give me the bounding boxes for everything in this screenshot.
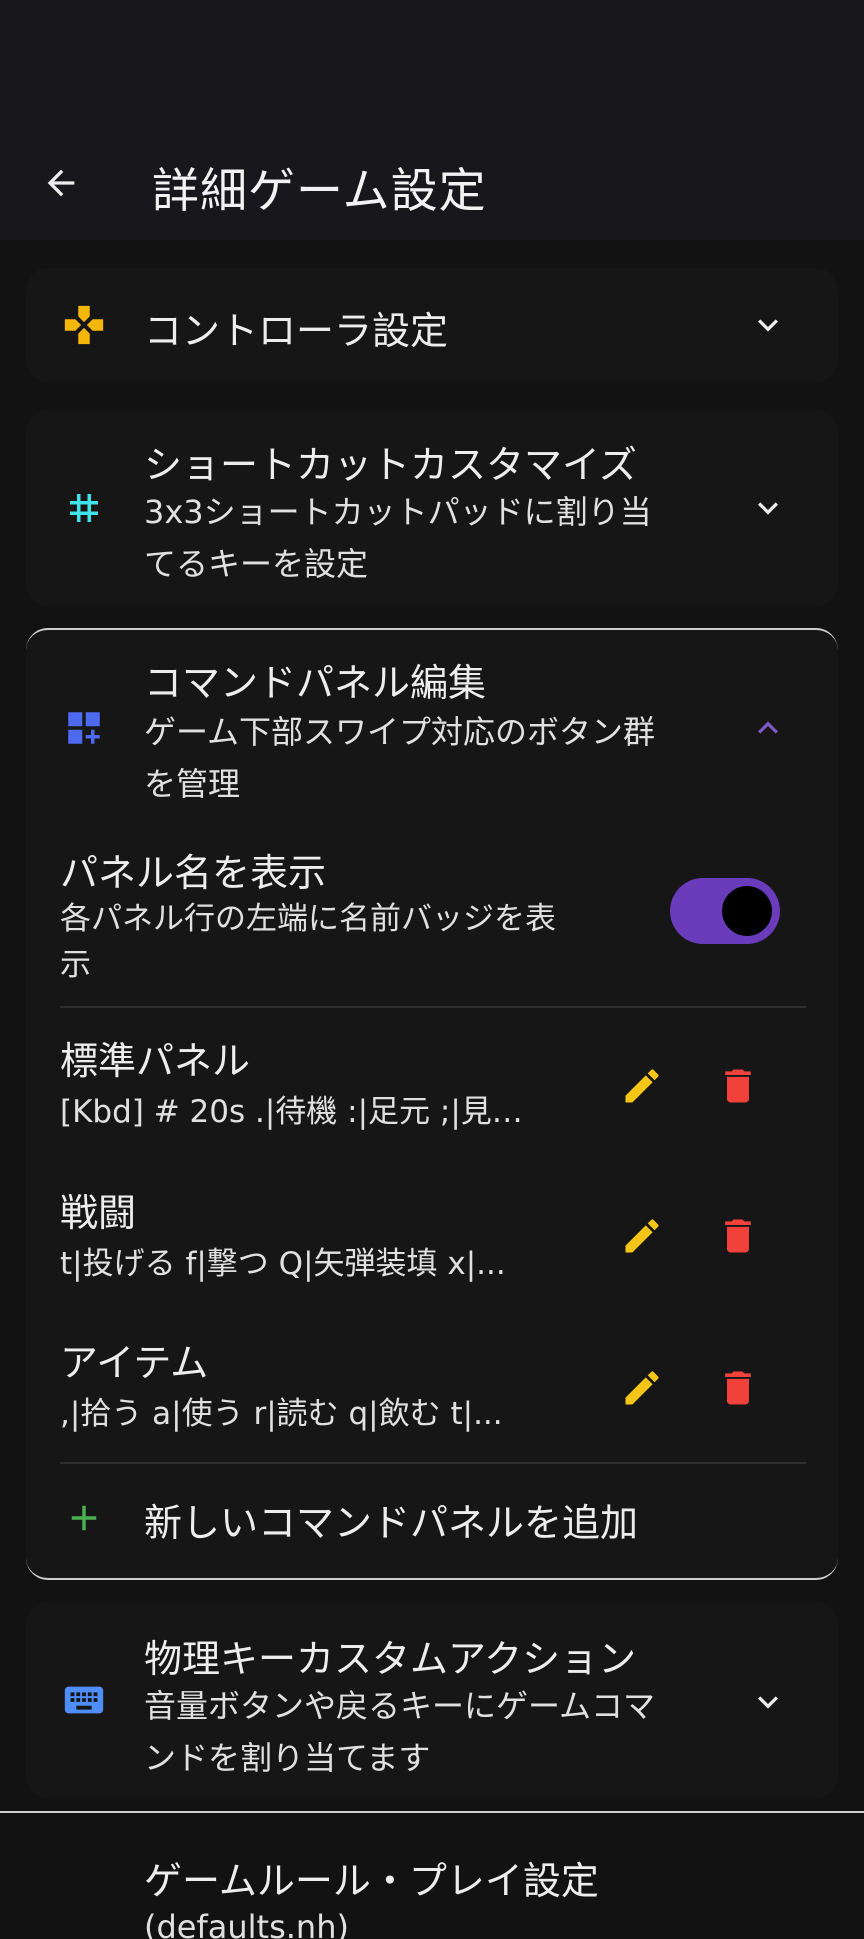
- arrow-back-icon[interactable]: [34, 156, 88, 210]
- delete-icon[interactable]: [706, 1204, 770, 1268]
- delete-icon[interactable]: [706, 1054, 770, 1118]
- section-title: 物理キーカスタムアクション: [144, 1637, 637, 1681]
- show-panel-name-label: パネル名を表示: [60, 851, 327, 895]
- status-bar: [0, 0, 864, 130]
- keyboard-icon: [60, 1676, 108, 1724]
- panel-summary: t|投げる f|撃つ Q|矢弾装填 x|...: [60, 1246, 506, 1282]
- toggle-knob: [722, 886, 772, 936]
- add-command-panel-button[interactable]: 新しいコマンドパネルを追加: [26, 1464, 838, 1572]
- delete-icon[interactable]: [706, 1356, 770, 1420]
- chevron-down-icon[interactable]: [744, 1678, 792, 1726]
- app-bar: 詳細ゲーム設定: [0, 130, 864, 240]
- divider: [0, 1811, 864, 1813]
- section-title: ショートカットカスタマイズ: [144, 443, 637, 487]
- page-title: 詳細ゲーム設定: [152, 164, 487, 219]
- edit-icon[interactable]: [610, 1054, 674, 1118]
- dashboard-add-icon: [60, 704, 108, 752]
- physical-key-action-section[interactable]: 物理キーカスタムアクション 音量ボタンや戻るキーにゲームコマ ンドを割り当てます: [26, 1602, 838, 1798]
- panel-name: アイテム: [60, 1341, 209, 1385]
- panel-name: 標準パネル: [60, 1039, 251, 1083]
- add-command-panel-label: 新しいコマンドパネルを追加: [144, 1501, 639, 1545]
- section-title: コマンドパネル編集: [144, 661, 487, 705]
- divider: [60, 1006, 806, 1008]
- panel-summary: [Kbd] # 20s .|待機 :|足元 ;|見…: [60, 1094, 523, 1130]
- command-panel-section: コマンドパネル編集 ゲーム下部スワイプ対応のボタン群 を管理 パネル名を表示 各…: [26, 628, 838, 1580]
- gamepad-icon: [60, 301, 108, 349]
- chevron-up-icon[interactable]: [744, 704, 792, 752]
- panel-name: 戦闘: [60, 1191, 137, 1235]
- edit-icon[interactable]: [610, 1204, 674, 1268]
- section-title: ゲームルール・プレイ設定: [144, 1859, 599, 1903]
- show-panel-name-description: 各パネル行の左端に名前バッジを表 示: [60, 901, 556, 983]
- section-subtitle: ゲーム下部スワイプ対応のボタン群 を管理: [144, 713, 656, 803]
- section-title: コントローラ設定: [144, 309, 449, 353]
- section-subtitle: 音量ボタンや戻るキーにゲームコマ ンドを割り当てます: [144, 1687, 656, 1777]
- section-subtitle: 3x3ショートカットパッドに割り当 てるキーを設定: [144, 493, 652, 583]
- chevron-down-icon[interactable]: [744, 484, 792, 532]
- show-panel-name-toggle[interactable]: [670, 878, 780, 944]
- plus-icon: [60, 1494, 108, 1542]
- chevron-down-icon[interactable]: [744, 301, 792, 349]
- shortcut-customize-section[interactable]: ショートカットカスタマイズ 3x3ショートカットパッドに割り当 てるキーを設定: [26, 410, 838, 606]
- section-subtitle: (defaults.nh): [144, 1908, 349, 1939]
- hash-icon: [60, 484, 108, 532]
- command-panel-header[interactable]: コマンドパネル編集 ゲーム下部スワイプ対応のボタン群 を管理: [26, 630, 838, 826]
- edit-icon[interactable]: [610, 1356, 674, 1420]
- panel-summary: ,|拾う a|使う r|読む q|飲む t|...: [60, 1396, 503, 1432]
- controller-settings-section[interactable]: コントローラ設定: [26, 268, 838, 382]
